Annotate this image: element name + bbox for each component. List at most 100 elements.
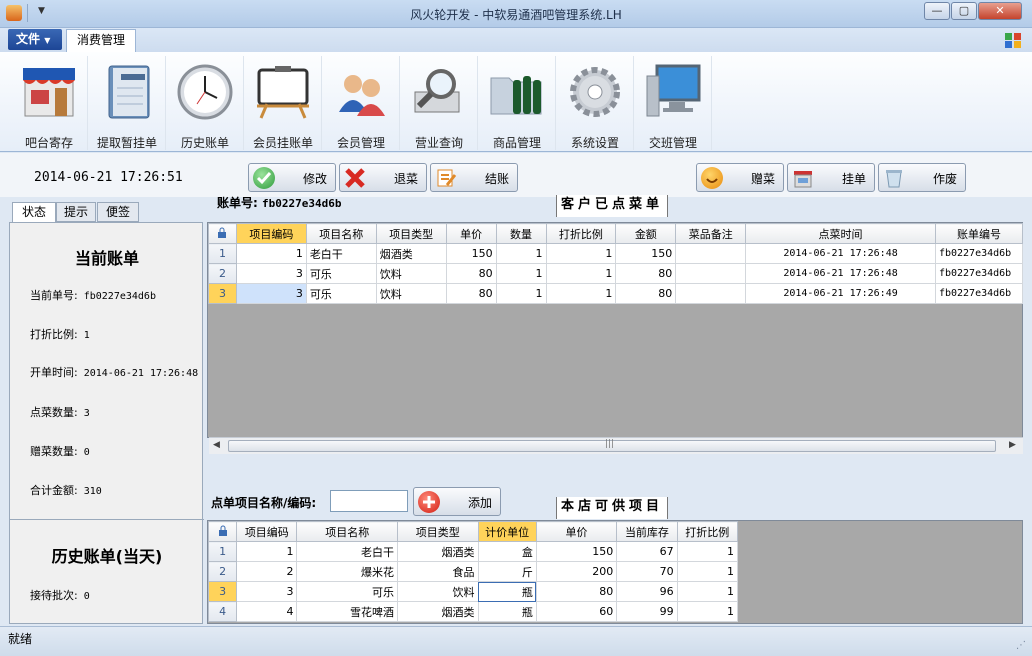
cell-price[interactable]: 150 <box>535 541 618 562</box>
cell-discount[interactable]: 1 <box>545 243 617 264</box>
row-number[interactable]: 4 <box>207 601 238 622</box>
cell-time[interactable]: 2014-06-21 17:26:48 <box>745 243 936 264</box>
cell-discount[interactable]: 1 <box>545 283 617 304</box>
table-row[interactable]: 3 3 可乐 饮料 瓶 80 96 1 <box>207 581 739 602</box>
cell-name[interactable]: 雪花啤酒 <box>296 601 399 622</box>
tab-hints[interactable]: 提示 <box>56 202 96 222</box>
add-item-button[interactable]: 添加 <box>413 487 501 516</box>
cell-type[interactable]: 饮料 <box>397 581 479 602</box>
ribbon-history-bill-button[interactable]: 历史账单 <box>166 56 244 150</box>
cell-name[interactable]: 老白干 <box>296 541 399 562</box>
ribbon-goods-management-button[interactable]: 商品管理 <box>478 56 556 150</box>
tab-notes[interactable]: 便签 <box>97 202 139 222</box>
ribbon-system-settings-button[interactable]: 系统设置 <box>556 56 634 150</box>
cell-name[interactable]: 可乐 <box>296 581 399 602</box>
void-button[interactable]: 作废 <box>878 163 966 192</box>
horizontal-scrollbar[interactable]: ◀ ||| ▶ <box>209 437 1023 454</box>
col-header[interactable]: 项目类型 <box>375 223 447 244</box>
ribbon-bar-storage-button[interactable]: 吧台寄存 <box>10 56 88 150</box>
cell-unit[interactable]: 斤 <box>477 561 537 582</box>
cell-type[interactable]: 烟酒类 <box>397 601 479 622</box>
cell-amount[interactable]: 80 <box>615 283 677 304</box>
col-header[interactable]: 金额 <box>615 223 677 244</box>
cell-bill-no[interactable]: fb0227e34d6b <box>934 283 1024 304</box>
cell-code[interactable]: 3 <box>235 263 307 284</box>
cell-price[interactable]: 80 <box>445 263 497 284</box>
cell-name[interactable]: 可乐 <box>305 283 377 304</box>
col-header[interactable]: 项目类型 <box>397 521 479 542</box>
cell-stock[interactable]: 70 <box>616 561 678 582</box>
cell-name[interactable]: 可乐 <box>305 263 377 284</box>
cell-code[interactable]: 1 <box>236 541 298 562</box>
gift-dish-button[interactable]: 赠菜 <box>696 163 784 192</box>
table-row[interactable]: 1 1 老白干 烟酒类 盒 150 67 1 <box>207 541 739 562</box>
row-number[interactable]: 3 <box>208 283 237 304</box>
maximize-button[interactable]: ▢ <box>951 2 977 20</box>
tab-status[interactable]: 状态 <box>12 202 56 223</box>
table-row[interactable]: 3 3 可乐 饮料 80 1 1 80 2014-06-21 17:26:49 … <box>208 283 1024 304</box>
cell-stock[interactable]: 96 <box>616 581 678 602</box>
cell-amount[interactable]: 150 <box>615 243 677 264</box>
row-number[interactable]: 2 <box>207 561 238 582</box>
col-header[interactable]: 单价 <box>445 223 497 244</box>
cell-discount[interactable]: 1 <box>676 541 739 562</box>
cell-stock[interactable]: 67 <box>616 541 678 562</box>
cell-name[interactable]: 老白干 <box>305 243 377 264</box>
order-item-input[interactable] <box>330 490 408 512</box>
cell-qty[interactable]: 1 <box>495 243 547 264</box>
cell-note[interactable] <box>675 283 747 304</box>
col-header[interactable]: 项目编码 <box>235 223 307 244</box>
col-header[interactable]: 当前库存 <box>616 521 678 542</box>
col-header[interactable]: 项目名称 <box>305 223 377 244</box>
table-row[interactable]: 2 3 可乐 饮料 80 1 1 80 2014-06-21 17:26:48 … <box>208 263 1024 284</box>
checkout-button[interactable]: 结账 <box>430 163 518 192</box>
cell-type[interactable]: 饮料 <box>375 283 447 304</box>
cell-qty[interactable]: 1 <box>495 283 547 304</box>
cell-discount[interactable]: 1 <box>676 561 739 582</box>
cell-price[interactable]: 60 <box>535 601 618 622</box>
row-number[interactable]: 1 <box>207 541 238 562</box>
cell-unit[interactable]: 瓶 <box>477 581 537 602</box>
ribbon-business-query-button[interactable]: 营业查询 <box>400 56 478 150</box>
cell-discount[interactable]: 1 <box>676 601 739 622</box>
col-header[interactable]: 打折比例 <box>545 223 617 244</box>
cell-qty[interactable]: 1 <box>495 263 547 284</box>
cell-note[interactable] <box>675 263 747 284</box>
hang-bill-button[interactable]: 挂单 <box>787 163 875 192</box>
cell-unit[interactable]: 瓶 <box>477 601 537 622</box>
cell-price[interactable]: 80 <box>535 581 618 602</box>
modify-button[interactable]: 修改 <box>248 163 336 192</box>
cell-name[interactable]: 爆米花 <box>296 561 399 582</box>
minimize-button[interactable]: — <box>924 2 950 20</box>
ordered-items-grid[interactable]: 项目编码 项目名称 项目类型 单价 数量 打折比例 金额 菜品备注 点菜时间 账… <box>207 222 1024 438</box>
cell-bill-no[interactable]: fb0227e34d6b <box>934 263 1024 284</box>
col-header[interactable]: 数量 <box>495 223 547 244</box>
cell-type[interactable]: 饮料 <box>375 263 447 284</box>
tab-consume-management[interactable]: 消费管理 <box>66 29 136 52</box>
cell-code[interactable]: 4 <box>236 601 298 622</box>
cell-amount[interactable]: 80 <box>615 263 677 284</box>
available-items-grid[interactable]: 项目编码 项目名称 项目类型 计价单位 单价 当前库存 打折比例 1 1 老白干… <box>207 520 1023 624</box>
style-switch-icon[interactable] <box>1004 31 1022 49</box>
col-header[interactable]: 打折比例 <box>676 521 739 542</box>
col-header[interactable]: 单价 <box>535 521 618 542</box>
file-menu-button[interactable]: 文件 ▼ <box>8 29 62 50</box>
col-header[interactable]: 账单编号 <box>934 223 1024 244</box>
scroll-left-icon[interactable]: ◀ <box>213 440 220 450</box>
table-row[interactable]: 1 1 老白干 烟酒类 150 1 1 150 2014-06-21 17:26… <box>208 243 1024 264</box>
row-number[interactable]: 3 <box>207 581 238 602</box>
cell-stock[interactable]: 99 <box>616 601 678 622</box>
row-number[interactable]: 2 <box>208 263 237 284</box>
table-row[interactable]: 2 2 爆米花 食品 斤 200 70 1 <box>207 561 739 582</box>
cell-price[interactable]: 200 <box>535 561 618 582</box>
ribbon-member-credit-button[interactable]: 会员挂账单 <box>244 56 322 150</box>
close-button[interactable]: ✕ <box>978 2 1022 20</box>
scroll-right-icon[interactable]: ▶ <box>1009 440 1016 450</box>
col-header[interactable]: 项目名称 <box>296 521 399 542</box>
cell-time[interactable]: 2014-06-21 17:26:48 <box>745 263 936 284</box>
cell-code[interactable]: 3 <box>235 283 307 304</box>
row-number[interactable]: 1 <box>208 243 237 264</box>
cell-code[interactable]: 3 <box>236 581 298 602</box>
cell-type[interactable]: 烟酒类 <box>397 541 479 562</box>
scrollbar-thumb[interactable]: ||| <box>228 439 996 452</box>
